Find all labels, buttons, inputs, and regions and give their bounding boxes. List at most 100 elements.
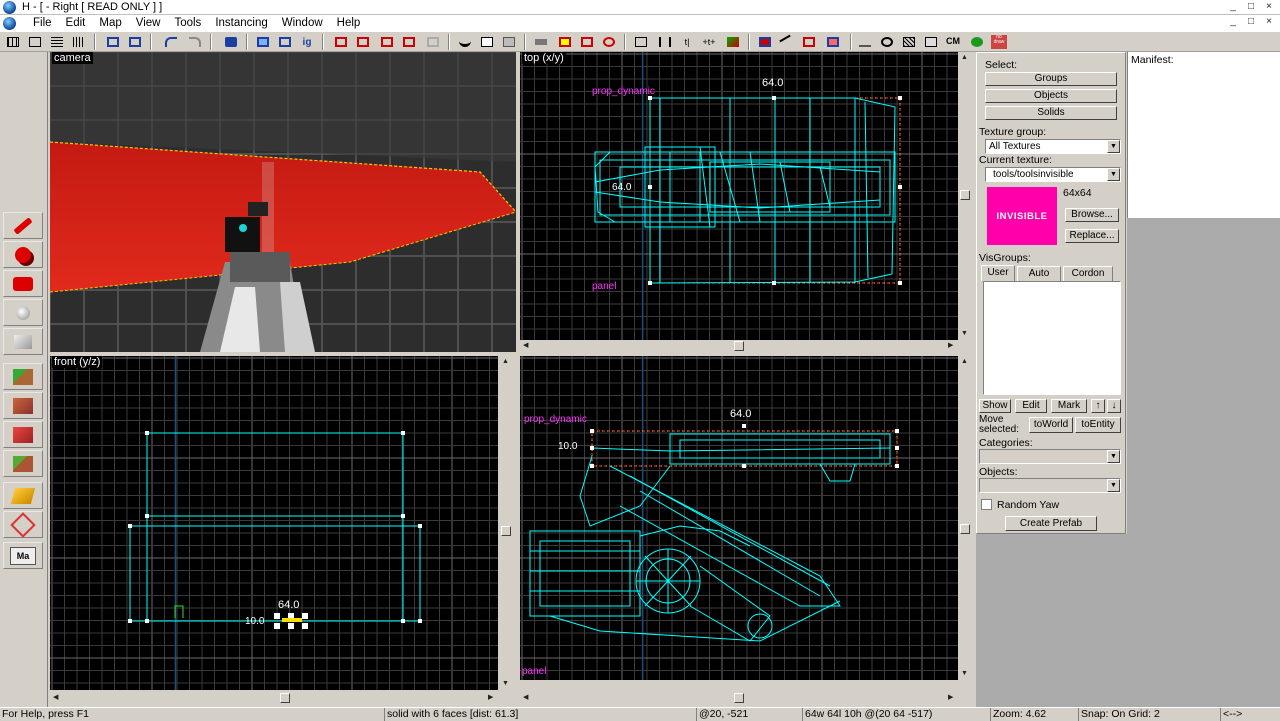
- wire-tool-icon[interactable]: [800, 34, 818, 50]
- selection-bounds-icon[interactable]: [632, 34, 650, 50]
- apply-decal-tool[interactable]: [3, 421, 43, 448]
- tab-user[interactable]: User: [981, 265, 1015, 281]
- front-vertical-scrollbar[interactable]: ▲ ▼: [499, 356, 513, 690]
- scroll-up-icon[interactable]: ▲: [961, 54, 968, 62]
- side-horizontal-scrollbar[interactable]: ◀ ▶: [520, 692, 958, 704]
- scroll-thumb[interactable]: [960, 524, 970, 534]
- copy-icon[interactable]: [478, 34, 496, 50]
- move-down-button[interactable]: ↓: [1107, 399, 1121, 413]
- camera-viewport[interactable]: camera: [50, 52, 516, 352]
- top-vertical-scrollbar[interactable]: ▲ ▼: [958, 52, 972, 340]
- block-tool[interactable]: [3, 328, 43, 355]
- scroll-thumb[interactable]: [960, 190, 970, 200]
- side-viewport[interactable]: 64.0 10.0 prop_dynamic panel: [520, 356, 958, 680]
- flip-horizontal-icon[interactable]: [656, 34, 674, 50]
- sound-tool-icon[interactable]: [856, 34, 874, 50]
- side-vertical-scrollbar[interactable]: ▲ ▼: [958, 356, 972, 680]
- scroll-left-icon[interactable]: ◀: [53, 694, 58, 702]
- scroll-down-icon[interactable]: ▼: [961, 330, 968, 338]
- replace-button[interactable]: Replace...: [1065, 229, 1119, 243]
- create-prefab-button[interactable]: Create Prefab: [1005, 516, 1097, 531]
- to-entity-button[interactable]: toEntity: [1075, 417, 1121, 433]
- menu-tools[interactable]: Tools: [167, 16, 208, 30]
- brush-tool-icon[interactable]: [724, 34, 742, 50]
- tab-auto[interactable]: Auto: [1017, 266, 1061, 281]
- scroll-right-icon[interactable]: ▶: [948, 694, 953, 702]
- toggle-reset-icon[interactable]: [600, 34, 618, 50]
- top-viewport[interactable]: top (x/y) 64.0 64.0 prop_dynamic panel: [520, 52, 958, 340]
- scroll-right-icon[interactable]: ▶: [948, 342, 953, 350]
- mdi-minimize-button[interactable]: _: [1226, 16, 1240, 28]
- path-tool-icon[interactable]: [778, 34, 796, 50]
- paste-icon[interactable]: [500, 34, 518, 50]
- chevron-down-icon[interactable]: ▼: [1107, 168, 1120, 181]
- hide-unselected-icon[interactable]: [276, 34, 294, 50]
- objects-button[interactable]: Objects: [985, 89, 1117, 103]
- menu-instancing[interactable]: Instancing: [208, 16, 274, 30]
- grid-smaller-icon[interactable]: [48, 34, 66, 50]
- chevron-down-icon[interactable]: ▼: [1107, 479, 1120, 492]
- magnify-tool[interactable]: [3, 241, 43, 268]
- manifest-panel[interactable]: Manifest:: [1127, 52, 1280, 218]
- grid-toggle-icon[interactable]: [4, 34, 22, 50]
- clipping-tool[interactable]: [3, 482, 43, 509]
- to-world-button[interactable]: toWorld: [1029, 417, 1073, 433]
- toggle-helpers-icon[interactable]: [556, 34, 574, 50]
- grid-3d-icon[interactable]: [26, 34, 44, 50]
- scroll-up-icon[interactable]: ▲: [961, 358, 968, 366]
- nodraw-icon[interactable]: no draw: [990, 34, 1008, 50]
- mdi-restore-button[interactable]: □: [1244, 16, 1258, 28]
- texture-scale-lock-icon[interactable]: [354, 34, 372, 50]
- chevron-down-icon[interactable]: ▼: [1107, 450, 1120, 463]
- menu-edit[interactable]: Edit: [59, 16, 93, 30]
- ignore-groups-icon[interactable]: ig: [298, 34, 316, 50]
- redo-icon[interactable]: [186, 34, 204, 50]
- scroll-left-icon[interactable]: ◀: [523, 342, 528, 350]
- menu-file[interactable]: File: [26, 16, 59, 30]
- random-yaw-checkbox[interactable]: [981, 499, 992, 510]
- chevron-down-icon[interactable]: ▼: [1107, 140, 1120, 153]
- apply-texture-tool[interactable]: [3, 392, 43, 419]
- texture-world-icon[interactable]: [400, 34, 418, 50]
- texture-align-icon[interactable]: [378, 34, 396, 50]
- carve-icon[interactable]: [222, 34, 240, 50]
- chat-icon[interactable]: [968, 34, 986, 50]
- document-icon[interactable]: [3, 17, 16, 30]
- texture-face-icon[interactable]: [424, 34, 442, 50]
- menu-view[interactable]: View: [129, 16, 168, 30]
- visgroups-list[interactable]: [983, 281, 1121, 395]
- maya-tool[interactable]: Ma: [3, 542, 43, 569]
- minimize-button[interactable]: _: [1226, 1, 1240, 13]
- vertex-manip-tool[interactable]: [3, 511, 43, 538]
- selection-tool[interactable]: [3, 212, 43, 239]
- maximize-button[interactable]: □: [1244, 1, 1258, 13]
- scroll-right-icon[interactable]: ▶: [488, 694, 493, 702]
- grid-overlay-icon[interactable]: [900, 34, 918, 50]
- camera-viewport-label[interactable]: camera: [52, 52, 93, 64]
- top-horizontal-scrollbar[interactable]: ◀ ▶: [520, 340, 958, 352]
- group-icon[interactable]: [104, 34, 122, 50]
- scroll-down-icon[interactable]: ▼: [961, 670, 968, 678]
- groups-button[interactable]: Groups: [985, 72, 1117, 86]
- display-icon[interactable]: [922, 34, 940, 50]
- scroll-thumb[interactable]: [734, 693, 744, 703]
- texture-app-tool[interactable]: [3, 363, 43, 390]
- scroll-down-icon[interactable]: ▼: [502, 680, 509, 688]
- edit-visgroup-button[interactable]: Edit: [1015, 399, 1047, 413]
- grid-larger-icon[interactable]: [70, 34, 88, 50]
- sphere-tool-icon[interactable]: [878, 34, 896, 50]
- entity-tool[interactable]: [3, 299, 43, 326]
- scroll-up-icon[interactable]: ▲: [502, 358, 509, 366]
- solids-button[interactable]: Solids: [985, 106, 1117, 120]
- texture-lock-icon[interactable]: [332, 34, 350, 50]
- show-button[interactable]: Show: [979, 399, 1011, 413]
- browse-button[interactable]: Browse...: [1065, 208, 1119, 222]
- texture-group-select[interactable]: All Textures ▼: [985, 139, 1121, 154]
- overlay-tool-icon[interactable]: [824, 34, 842, 50]
- cut-icon[interactable]: [456, 34, 474, 50]
- apply-overlay-tool[interactable]: [3, 450, 43, 477]
- camera-tool[interactable]: [3, 270, 43, 297]
- close-button[interactable]: ×: [1262, 1, 1276, 13]
- scroll-thumb[interactable]: [501, 526, 511, 536]
- hide-selected-icon[interactable]: [254, 34, 272, 50]
